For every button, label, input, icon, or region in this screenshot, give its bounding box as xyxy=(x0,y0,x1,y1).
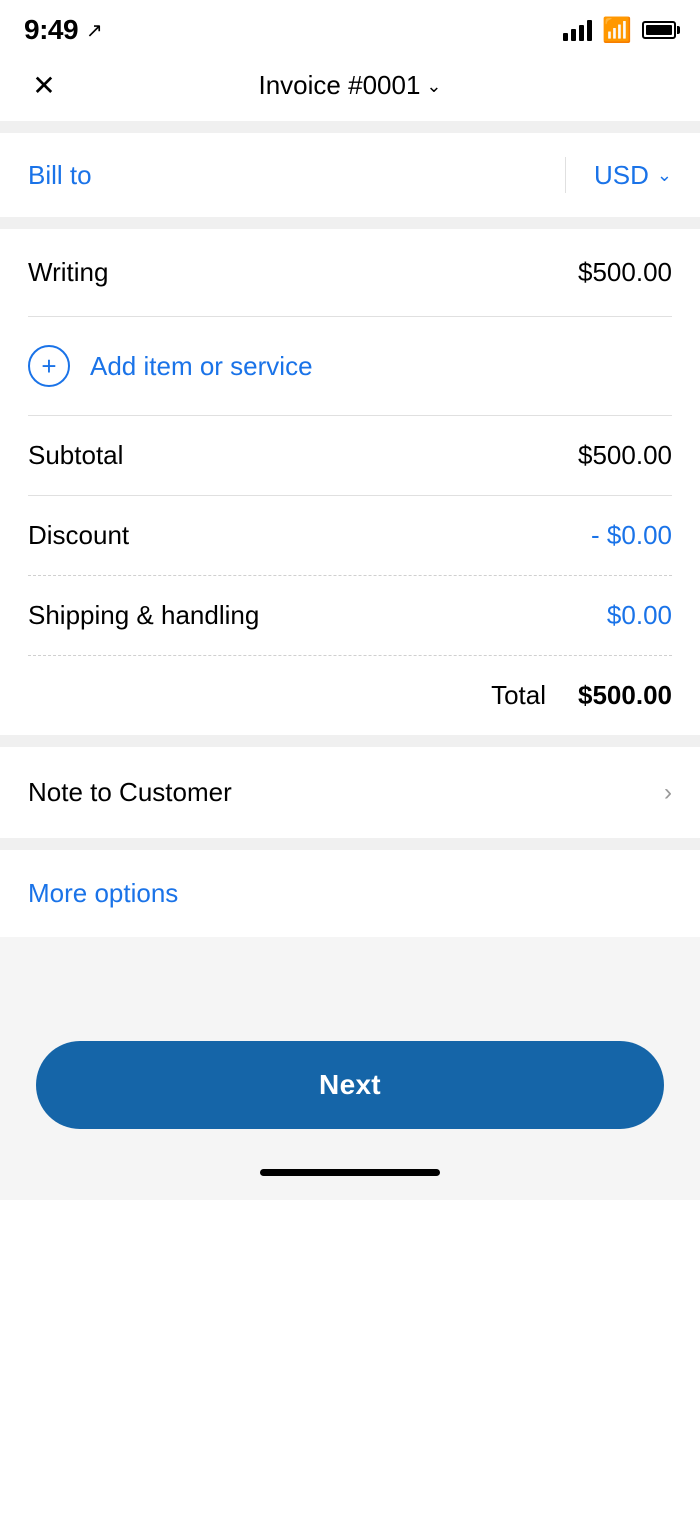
nav-header: ✕ Invoice #0001 ⌄ xyxy=(0,54,700,121)
more-options-label[interactable]: More options xyxy=(28,878,178,908)
invoice-title[interactable]: Invoice #0001 ⌄ xyxy=(259,70,442,101)
shipping-value: $0.00 xyxy=(607,600,672,631)
signal-bars-icon xyxy=(563,19,592,41)
discount-row[interactable]: Discount - $0.00 xyxy=(28,496,672,576)
item-price: $500.00 xyxy=(578,257,672,288)
currency-label: USD xyxy=(594,160,649,191)
total-label: Total xyxy=(491,680,546,711)
add-item-row[interactable]: + Add item or service xyxy=(28,317,672,416)
next-button[interactable]: Next xyxy=(36,1041,664,1129)
close-button[interactable]: ✕ xyxy=(24,66,64,106)
status-bar: 9:49 ↗ 📶 xyxy=(0,0,700,54)
bill-to-row: Bill to USD ⌄ xyxy=(0,133,700,217)
home-bar xyxy=(260,1169,440,1176)
subtotal-row: Subtotal $500.00 xyxy=(28,416,672,496)
add-item-label: Add item or service xyxy=(90,351,313,382)
status-time: 9:49 xyxy=(24,14,78,46)
status-icons: 📶 xyxy=(563,16,676,45)
bottom-area xyxy=(0,937,700,1017)
section-divider-3 xyxy=(0,735,700,747)
subtotal-value: $500.00 xyxy=(578,440,672,471)
wifi-icon: 📶 xyxy=(602,16,632,45)
discount-value: - $0.00 xyxy=(591,520,672,551)
section-divider-4 xyxy=(0,838,700,850)
battery-icon xyxy=(642,21,676,39)
close-icon: ✕ xyxy=(32,72,55,100)
discount-label: Discount xyxy=(28,520,129,551)
note-chevron-icon: › xyxy=(664,779,672,807)
note-label: Note to Customer xyxy=(28,777,232,808)
more-options-section: More options xyxy=(0,850,700,937)
total-value: $500.00 xyxy=(578,680,672,711)
subtotal-label: Subtotal xyxy=(28,440,123,471)
bill-to-label[interactable]: Bill to xyxy=(28,160,565,191)
shipping-label: Shipping & handling xyxy=(28,600,259,631)
location-icon: ↗ xyxy=(86,18,103,43)
total-row: Total $500.00 xyxy=(28,656,672,735)
home-indicator xyxy=(0,1153,700,1200)
section-divider-1 xyxy=(0,121,700,133)
bill-to-divider xyxy=(565,157,567,193)
invoice-title-text: Invoice #0001 xyxy=(259,70,421,101)
title-chevron-icon: ⌄ xyxy=(426,76,441,97)
note-to-customer-row[interactable]: Note to Customer › xyxy=(0,747,700,838)
add-plus-icon: + xyxy=(41,353,56,379)
currency-selector[interactable]: USD ⌄ xyxy=(594,160,672,191)
currency-chevron-icon: ⌄ xyxy=(657,165,672,186)
totals-section: Subtotal $500.00 Discount - $0.00 Shippi… xyxy=(0,416,700,735)
add-icon-circle: + xyxy=(28,345,70,387)
section-divider-2 xyxy=(0,217,700,229)
item-row[interactable]: Writing $500.00 xyxy=(28,229,672,317)
items-section: Writing $500.00 + Add item or service xyxy=(0,229,700,416)
next-button-container: Next xyxy=(0,1017,700,1153)
item-name: Writing xyxy=(28,257,108,288)
shipping-row[interactable]: Shipping & handling $0.00 xyxy=(28,576,672,656)
